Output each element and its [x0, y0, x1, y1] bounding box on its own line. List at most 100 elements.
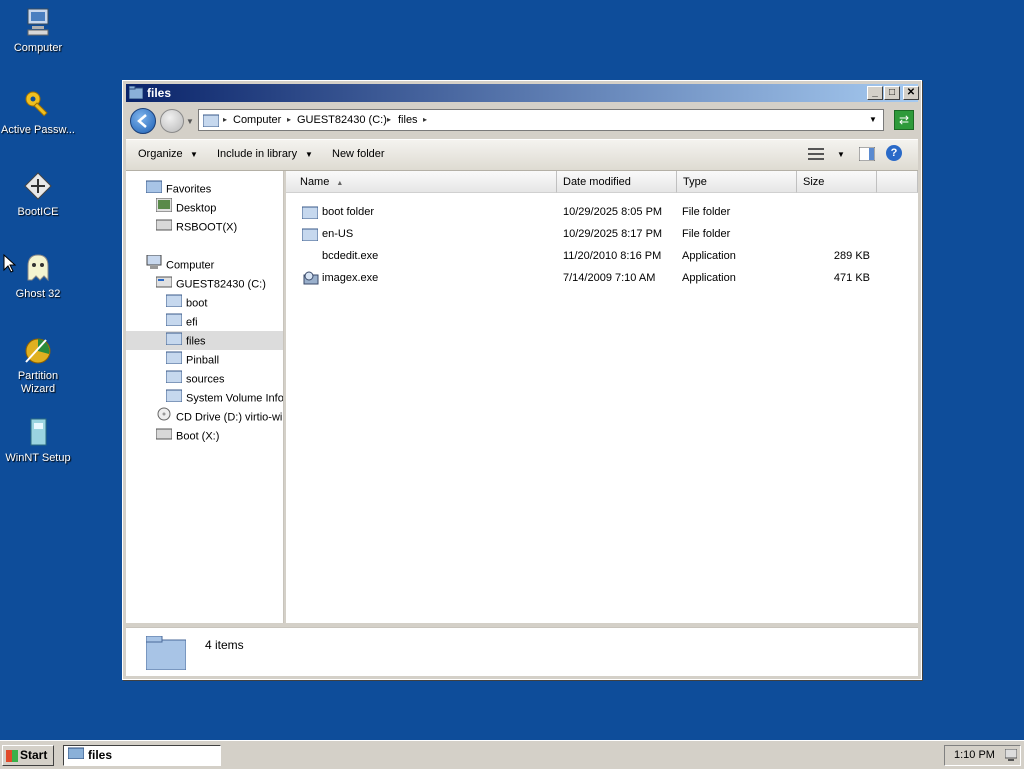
start-button[interactable]: Start — [2, 745, 54, 766]
chevron-down-icon[interactable]: ▼ — [190, 150, 198, 159]
column-label: Name — [300, 176, 330, 188]
nav-label: RSBOOT(X) — [176, 221, 238, 234]
nav-cd-drive[interactable]: CD Drive (D:) virtio-win — [156, 407, 284, 426]
file-type: Application — [682, 250, 736, 262]
file-name: bcdedit.exe — [322, 250, 379, 262]
nav-drive-c[interactable]: GUEST82430 (C:) — [155, 274, 266, 293]
address-field[interactable]: ▸ Computer ▸ GUEST82430 (C:) ▸ files ▸ ▼ — [198, 109, 884, 131]
taskbar: Start files 1:10 PM — [0, 740, 1024, 769]
key-icon — [22, 88, 54, 120]
desktop-label: BootICE — [17, 206, 59, 218]
file-row[interactable]: en-US 10/29/2025 8:17 PM File folder — [286, 223, 918, 245]
start-label: Start — [20, 748, 48, 762]
folder-icon — [165, 293, 183, 314]
ghost-icon — [22, 252, 54, 284]
desktop-icon-winnt-setup[interactable]: WinNT Setup — [0, 416, 76, 465]
navigation-pane: Favorites Desktop RSBOOT(X) Computer GUE… — [126, 171, 284, 623]
title-bar[interactable]: files _ □ ✕ — [126, 84, 919, 102]
breadcrumb-computer[interactable]: Computer — [233, 114, 281, 126]
command-bar: Organize ▼ Include in library ▼ New fold… — [126, 139, 918, 171]
chevron-down-icon[interactable]: ▼ — [305, 150, 313, 159]
desktop-icon-partition-wizard[interactable]: Partition Wizard — [0, 334, 76, 396]
desktop-label: Active Passw... — [1, 124, 75, 136]
back-arrow-icon — [137, 114, 147, 128]
clock[interactable]: 1:10 PM — [954, 746, 995, 765]
preview-pane-icon[interactable] — [858, 146, 876, 164]
file-row[interactable]: imagex.exe 7/14/2009 7:10 AM Application… — [286, 267, 918, 289]
computer-icon — [22, 6, 54, 38]
file-list: Name ▲ Date modified Type Size boot fold… — [286, 171, 918, 623]
include-in-library-button[interactable]: Include in library — [217, 148, 297, 160]
breadcrumb-files[interactable]: files — [398, 114, 418, 126]
partition-wizard-icon — [22, 334, 54, 366]
column-header-type[interactable]: Type — [677, 171, 797, 193]
address-history-dropdown[interactable]: ▼ — [869, 115, 877, 124]
file-date: 10/29/2025 8:17 PM — [563, 228, 663, 240]
column-header-size[interactable]: Size — [797, 171, 877, 193]
folder-icon — [165, 312, 183, 333]
nav-label: files — [186, 335, 206, 348]
folder-icon — [145, 179, 163, 200]
refresh-button[interactable]: ⇄ — [894, 110, 914, 130]
desktop-icon-computer[interactable]: Computer — [0, 6, 76, 55]
nav-computer[interactable]: Computer — [146, 254, 215, 276]
close-button[interactable]: ✕ — [903, 86, 919, 100]
chevron-right-icon[interactable]: ▸ — [423, 115, 427, 124]
nav-folder-sources[interactable]: sources — [165, 369, 225, 390]
nav-boot-drive[interactable]: Boot (X:) — [155, 426, 220, 445]
file-name: imagex.exe — [322, 272, 379, 284]
file-row[interactable]: bcdedit.exe 11/20/2010 8:16 PM Applicati… — [286, 245, 918, 267]
chevron-right-icon[interactable]: ▸ — [387, 115, 391, 124]
desktop-icon-active-password[interactable]: Active Passw... — [0, 88, 76, 137]
nav-desktop[interactable]: Desktop — [155, 197, 216, 217]
chevron-right-icon[interactable]: ▸ — [287, 115, 291, 124]
maximize-button[interactable]: □ — [884, 86, 900, 100]
back-button[interactable] — [130, 108, 156, 134]
column-header-name[interactable]: Name ▲ — [286, 171, 557, 193]
folder-icon — [165, 388, 183, 409]
nav-label: CD Drive (D:) virtio-win — [176, 411, 284, 424]
file-size: 471 KB — [833, 272, 870, 284]
nav-folder-boot[interactable]: boot — [165, 293, 208, 314]
forward-button[interactable] — [160, 109, 184, 133]
nav-label: boot — [186, 297, 208, 310]
nav-folder-files[interactable]: files — [126, 331, 283, 350]
file-date: 11/20/2010 8:16 PM — [563, 250, 662, 262]
file-row[interactable]: boot folder 10/29/2025 8:05 PM File fold… — [286, 201, 918, 223]
chevron-right-icon[interactable]: ▸ — [223, 115, 227, 124]
minimize-button[interactable]: _ — [867, 86, 883, 100]
nav-label: Favorites — [166, 183, 212, 196]
item-count: 4 items — [205, 638, 244, 652]
file-type: Application — [682, 272, 736, 284]
nav-folder-system-volume-information[interactable]: System Volume Information — [165, 388, 283, 409]
system-tray: 1:10 PM — [944, 745, 1021, 766]
file-date: 7/14/2009 7:10 AM — [563, 272, 656, 284]
details-pane: 4 items — [126, 627, 918, 676]
organize-button[interactable]: Organize — [138, 148, 183, 160]
nav-label: Boot (X:) — [176, 430, 220, 443]
chevron-down-icon[interactable]: ▼ — [837, 150, 845, 159]
new-folder-button[interactable]: New folder — [332, 148, 385, 160]
breadcrumb-drive[interactable]: GUEST82430 (C:) — [297, 114, 387, 126]
view-options-icon[interactable] — [808, 147, 824, 164]
nav-rsboot[interactable]: RSBOOT(X) — [155, 217, 238, 236]
column-header-date[interactable]: Date modified — [557, 171, 677, 193]
recent-pages-dropdown[interactable]: ▼ — [186, 117, 194, 126]
desktop-label: WinNT Setup — [5, 452, 71, 464]
nav-folder-pinball[interactable]: Pinball — [165, 350, 219, 371]
sort-ascending-icon: ▲ — [336, 180, 344, 187]
folder-icon — [128, 85, 144, 100]
desktop-label: Partition Wizard — [17, 370, 59, 395]
nav-label: Computer — [166, 259, 215, 272]
file-name: en-US — [322, 228, 354, 240]
nav-label: efi — [186, 316, 198, 329]
folder-icon — [165, 369, 183, 390]
taskbar-button-files[interactable]: files — [63, 745, 221, 766]
desktop-icon-bootice[interactable]: BootICE — [0, 170, 76, 219]
computer-icon — [146, 254, 162, 276]
nav-folder-efi[interactable]: efi — [165, 312, 198, 333]
nav-favorites[interactable]: Favorites — [145, 179, 212, 200]
folder-icon — [165, 350, 183, 371]
network-icon[interactable] — [1004, 748, 1018, 769]
help-icon[interactable]: ? — [886, 145, 902, 161]
